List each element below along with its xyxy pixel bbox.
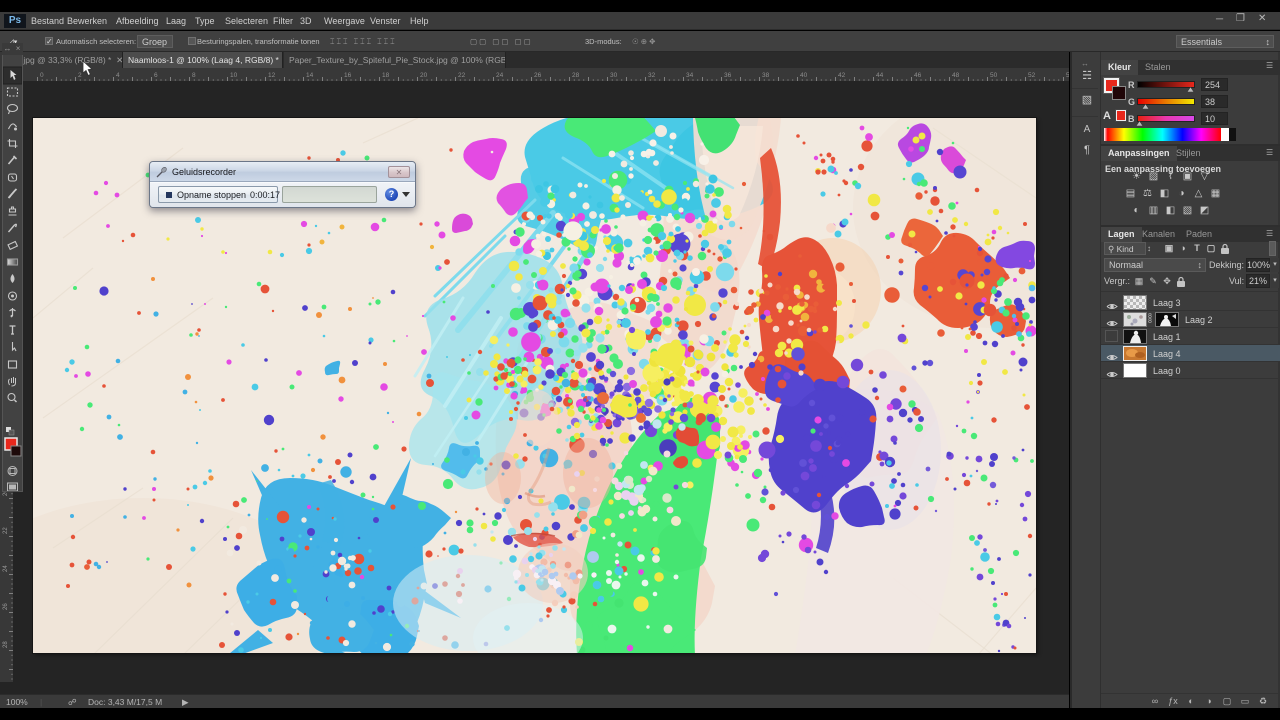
svg-text:26: 26 — [3, 603, 9, 610]
svg-text:12: 12 — [268, 72, 276, 79]
svg-text:36: 36 — [724, 72, 732, 79]
svg-text:28: 28 — [572, 72, 580, 79]
svg-text:24: 24 — [3, 565, 9, 572]
svg-text:8: 8 — [192, 72, 196, 79]
svg-text:26: 26 — [534, 72, 542, 79]
svg-text:10: 10 — [230, 72, 238, 79]
svg-text:42: 42 — [838, 72, 846, 79]
svg-text:38: 38 — [762, 72, 770, 79]
svg-text:16: 16 — [344, 72, 352, 79]
svg-text:6: 6 — [154, 72, 158, 79]
svg-text:22: 22 — [458, 72, 466, 79]
svg-text:54: 54 — [1066, 72, 1069, 79]
svg-text:46: 46 — [914, 72, 922, 79]
svg-text:0: 0 — [40, 72, 44, 79]
svg-text:20: 20 — [420, 72, 428, 79]
svg-text:40: 40 — [800, 72, 808, 79]
svg-text:18: 18 — [382, 72, 390, 79]
svg-text:22: 22 — [3, 527, 9, 534]
svg-text:24: 24 — [496, 72, 504, 79]
svg-text:4: 4 — [116, 72, 120, 79]
svg-text:48: 48 — [952, 72, 960, 79]
svg-text:52: 52 — [1028, 72, 1036, 79]
svg-text:14: 14 — [306, 72, 314, 79]
svg-text:32: 32 — [648, 72, 656, 79]
svg-text:28: 28 — [3, 641, 9, 648]
svg-text:30: 30 — [610, 72, 618, 79]
svg-text:34: 34 — [686, 72, 694, 79]
svg-text:44: 44 — [876, 72, 884, 79]
svg-text:50: 50 — [990, 72, 998, 79]
